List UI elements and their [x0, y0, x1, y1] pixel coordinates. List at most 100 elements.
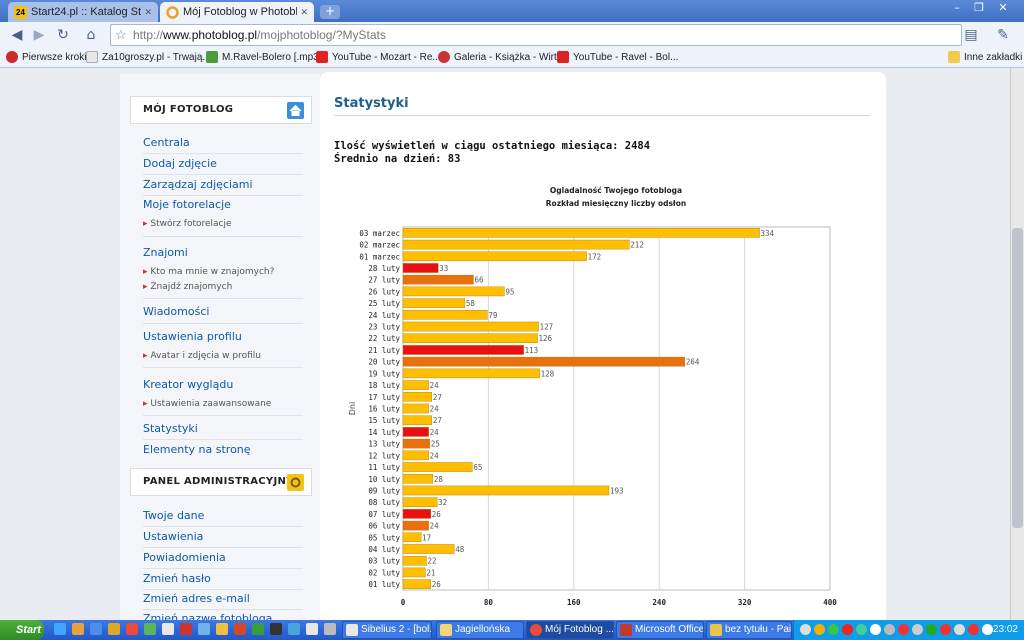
quicklaunch-icon[interactable] [72, 623, 84, 635]
close-tab-icon[interactable]: ✕ [144, 7, 152, 18]
sidebar-link-ustawienia-profilu[interactable]: Ustawienia profilu [143, 330, 242, 343]
quicklaunch-icon[interactable] [198, 623, 210, 635]
taskbar-button-sibelius[interactable]: Sibelius 2 - [bol... [342, 621, 432, 639]
bar [402, 462, 473, 472]
minimize-button[interactable]: – [946, 1, 968, 15]
taskbar-button-office[interactable]: Microsoft Office... [616, 621, 704, 639]
quicklaunch-icon[interactable] [324, 623, 336, 635]
quicklaunch-icon[interactable] [180, 623, 192, 635]
sidebar-link-kreator[interactable]: Kreator wyglądu [143, 378, 233, 391]
back-icon[interactable]: ◀ [8, 26, 26, 44]
quicklaunch-icon[interactable] [234, 623, 246, 635]
tab-start24[interactable]: 24 Start24.pl :: Katalog Startowy... ✕ [8, 2, 158, 22]
sidebar-sublink-avatar[interactable]: Avatar i zdjęcia w profilu [143, 351, 261, 361]
sidebar-link-fotorelacje[interactable]: Moje fotorelacje [143, 198, 231, 211]
bookmark-item[interactable]: YouTube - Ravel - Bol... [557, 51, 678, 63]
quicklaunch-icon[interactable] [126, 623, 138, 635]
quicklaunch-icon[interactable] [90, 623, 102, 635]
maximize-button[interactable]: ❐ [968, 1, 990, 15]
tray-icon[interactable] [884, 624, 895, 635]
bar-value-label: 24 [430, 428, 440, 437]
bookmark-item[interactable]: Za10groszy.pl - Trwają... [86, 51, 211, 63]
new-tab-button[interactable]: + [320, 5, 340, 19]
settings-icon[interactable] [287, 474, 304, 491]
quicklaunch-icon[interactable] [216, 623, 228, 635]
quicklaunch-icon[interactable] [270, 623, 282, 635]
tray-icon[interactable] [912, 624, 923, 635]
start-button[interactable]: Start [0, 620, 44, 640]
forward-icon[interactable]: ▶ [30, 26, 48, 44]
scrollbar[interactable] [1010, 68, 1024, 620]
bar-value-label: 126 [539, 334, 553, 343]
tray-icon[interactable] [898, 624, 909, 635]
tray-icon[interactable] [856, 624, 867, 635]
divider [143, 568, 303, 569]
volume-icon[interactable] [982, 624, 993, 635]
x-tick-label: 240 [652, 598, 666, 607]
sidebar-link-twoje-dane[interactable]: Twoje dane [143, 509, 204, 522]
bookmark-item[interactable]: M.Ravel-Bolero [.mp3] [206, 51, 321, 63]
sidebar-link-statystyki[interactable]: Statystyki [143, 422, 198, 435]
tray-icon[interactable] [968, 624, 979, 635]
close-tab-icon[interactable]: ✕ [300, 7, 308, 18]
tray-icon[interactable] [842, 624, 853, 635]
sidebar-link-zarzadzaj[interactable]: Zarządzaj zdjęciami [143, 178, 253, 191]
sidebar-sublink-znajdz[interactable]: Znajdź znajomych [143, 282, 232, 292]
star-icon[interactable]: ☆ [115, 25, 127, 45]
sidebar-link-elementy[interactable]: Elementy na stronę [143, 443, 251, 456]
wrench-icon[interactable]: ✎ [994, 26, 1012, 44]
sidebar-link-centrala[interactable]: Centrala [143, 136, 190, 149]
page-menu-icon[interactable]: ▤ [962, 26, 980, 44]
sidebar-sublink-stworz[interactable]: Stwórz fotorelacje [143, 219, 231, 229]
scrollbar-thumb[interactable] [1012, 228, 1023, 528]
sidebar-link-wiadomosci[interactable]: Wiadomości [143, 305, 209, 318]
bar [402, 286, 505, 297]
home-icon[interactable] [287, 102, 304, 119]
bookmark-item[interactable]: YouTube - Mozart - Re... [316, 51, 441, 63]
y-tick-label: 06 luty [368, 522, 400, 531]
taskbar-button-paint[interactable]: bez tytułu - Paint [706, 621, 792, 639]
tray-icon[interactable] [800, 624, 811, 635]
taskbar-button-chrome[interactable]: Mój Fotoblog ... [526, 621, 614, 639]
home-icon[interactable]: ⌂ [82, 26, 100, 44]
bar-value-label: 65 [473, 463, 482, 472]
other-bookmarks[interactable]: Inne zakładki [948, 51, 1022, 63]
paint-icon [710, 624, 722, 636]
quicklaunch-icon[interactable] [252, 623, 264, 635]
taskbar-button-jagiellonska[interactable]: Jagiellońska [436, 621, 524, 639]
sidebar-sublink-kto-ma[interactable]: Kto ma mnie w znajomych? [143, 267, 274, 277]
address-bar[interactable]: ☆ http://www.photoblog.pl/mojphotoblog/?… [110, 24, 962, 46]
sidebar-sublink-ustawienia-zaawansowane[interactable]: Ustawienia zaawansowane [143, 399, 271, 409]
bar [402, 392, 433, 402]
bar [402, 485, 610, 496]
quicklaunch-icon[interactable] [306, 623, 318, 635]
quicklaunch-icon[interactable] [162, 623, 174, 635]
tray-icon[interactable] [870, 624, 881, 635]
sidebar-link-dodaj-zdjecie[interactable]: Dodaj zdjęcie [143, 157, 217, 170]
close-window-button[interactable]: ✕ [992, 1, 1014, 15]
sidebar-link-powiadomienia[interactable]: Powiadomienia [143, 551, 226, 564]
quicklaunch-icon[interactable] [288, 623, 300, 635]
bar-value-label: 26 [432, 580, 442, 589]
sidebar-link-zmien-haslo[interactable]: Zmień hasło [143, 572, 211, 585]
tray-icon[interactable] [828, 624, 839, 635]
tray-icon[interactable] [940, 624, 951, 635]
photoblog-favicon-icon [166, 5, 179, 19]
y-tick-label: 15 luty [368, 416, 400, 425]
bookmark-item[interactable]: Pierwsze kroki [6, 51, 86, 63]
quicklaunch-icon[interactable] [108, 623, 120, 635]
bar-value-label: 95 [505, 287, 514, 296]
quicklaunch-icon[interactable] [144, 623, 156, 635]
bookmark-item[interactable]: Galeria - Książka - Wirt... [438, 51, 565, 63]
sidebar-link-ustawienia[interactable]: Ustawienia [143, 530, 203, 543]
tab-moj-fotoblog[interactable]: Mój Fotoblog w Photoblog.pl ✕ [160, 2, 314, 22]
sidebar-link-znajomi[interactable]: Znajomi [143, 246, 188, 259]
y-tick-label: 01 marzec [359, 252, 400, 261]
quicklaunch-icon[interactable] [54, 623, 66, 635]
tray-icon[interactable] [954, 624, 965, 635]
reload-icon[interactable]: ↻ [54, 26, 72, 44]
tray-icon[interactable] [926, 624, 937, 635]
sidebar-link-zmien-email[interactable]: Zmień adres e-mail [143, 592, 250, 605]
y-tick-label: 01 luty [368, 580, 400, 589]
tray-icon[interactable] [814, 624, 825, 635]
